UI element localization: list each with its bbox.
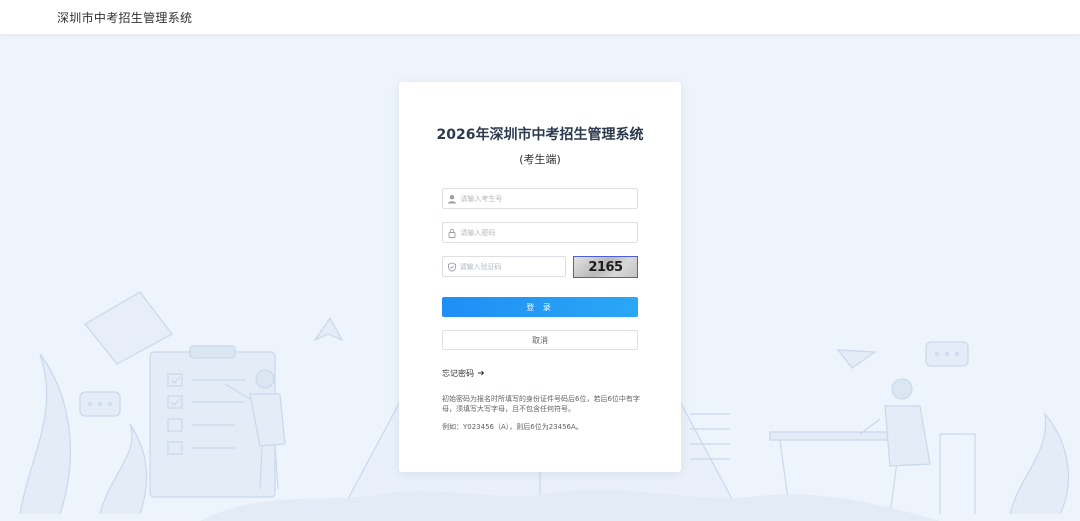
forgot-password-label: 忘记密码: [442, 369, 474, 378]
lock-icon: [444, 223, 460, 242]
username-field[interactable]: [442, 188, 638, 209]
cancel-button[interactable]: 取消: [442, 330, 638, 350]
captcha-input[interactable]: [459, 257, 565, 276]
captcha-field[interactable]: [442, 256, 566, 277]
login-title: 2026年深圳市中考招生管理系统: [436, 127, 644, 143]
login-card: 2026年深圳市中考招生管理系统 (考生端) 2165 登 录 取消 忘记密码 …: [399, 82, 681, 472]
captcha-image[interactable]: 2165: [573, 256, 638, 278]
system-title: 深圳市中考招生管理系统: [57, 11, 193, 25]
username-input[interactable]: [460, 189, 637, 208]
arrow-right-icon: [477, 369, 485, 379]
forgot-password-link[interactable]: 忘记密码: [442, 368, 485, 379]
shield-icon: [444, 257, 460, 276]
password-field[interactable]: [442, 222, 638, 243]
user-icon: [444, 189, 460, 208]
login-button[interactable]: 登 录: [442, 297, 638, 317]
top-header: 深圳市中考招生管理系统: [0, 0, 1080, 34]
password-input[interactable]: [460, 223, 637, 242]
password-example: 例如：Y023456（A），则后6位为23456A。: [442, 423, 583, 431]
login-subtitle: (考生端): [519, 153, 561, 166]
password-hint: 初始密码为报名时所填写的身份证件号码后6位，若后6位中有字母，须填写大写字母，且…: [442, 395, 640, 413]
